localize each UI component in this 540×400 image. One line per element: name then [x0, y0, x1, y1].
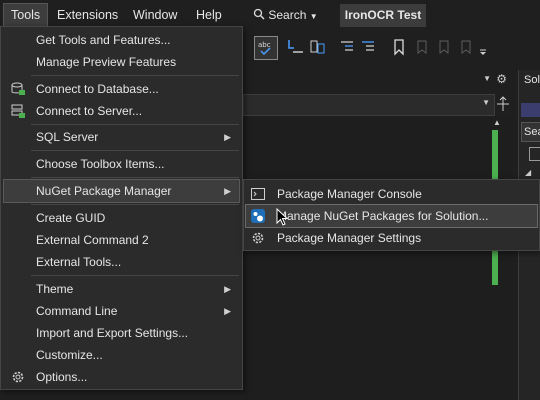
- menu-item-external-command-2[interactable]: External Command 2: [4, 229, 239, 251]
- menu-item-options[interactable]: Options...: [4, 366, 239, 388]
- menu-item-create-guid[interactable]: Create GUID: [4, 207, 239, 229]
- menu-item-toolbox-items[interactable]: Choose Toolbox Items...: [4, 153, 239, 175]
- submenu-item-package-manager-console[interactable]: Package Manager Console: [246, 183, 537, 205]
- menu-item-command-line[interactable]: Command Line ▶: [4, 300, 239, 322]
- submenu-arrow-icon: ▶: [224, 306, 231, 316]
- submenu-item-package-manager-settings[interactable]: Package Manager Settings: [246, 227, 537, 249]
- mouse-cursor-icon: [276, 207, 289, 229]
- tab-list-dropdown-icon[interactable]: ▼: [483, 74, 491, 83]
- menu-help[interactable]: Help: [189, 4, 229, 27]
- menu-item-nuget-package-manager[interactable]: NuGet Package Manager ▶: [3, 179, 240, 203]
- tree-node-icon: [529, 147, 540, 161]
- search-icon: [253, 8, 265, 20]
- menu-item-preview-features[interactable]: Manage Preview Features: [4, 51, 239, 73]
- menu-separator: [31, 75, 239, 76]
- spell-check-icon[interactable]: abc: [254, 36, 278, 60]
- gear-icon: [250, 230, 266, 246]
- menu-item-import-export-settings[interactable]: Import and Export Settings...: [4, 322, 239, 344]
- menu-item-sql-server[interactable]: SQL Server ▶: [4, 126, 239, 148]
- server-connect-icon: [10, 103, 26, 119]
- indent-icon[interactable]: [287, 38, 305, 56]
- uncomment-icon[interactable]: [359, 38, 377, 56]
- menu-separator: [31, 177, 239, 178]
- svg-text:abc: abc: [258, 41, 271, 49]
- prev-bookmark-icon[interactable]: [412, 38, 430, 56]
- menu-window[interactable]: Window: [126, 4, 184, 27]
- menu-extensions[interactable]: Extensions: [50, 4, 125, 27]
- toolbar-overflow-icon[interactable]: [478, 38, 488, 56]
- tools-menu: Get Tools and Features... Manage Preview…: [0, 26, 243, 390]
- outdent-icon[interactable]: [308, 38, 326, 56]
- menu-item-external-tools[interactable]: External Tools...: [4, 251, 239, 273]
- menu-item-get-tools[interactable]: Get Tools and Features...: [4, 29, 239, 51]
- pane-toolbar-icon[interactable]: [521, 103, 540, 117]
- document-tab-strip: ▼ ⚙: [243, 70, 513, 92]
- pane-search-input[interactable]: Sea: [521, 122, 540, 142]
- menu-separator: [31, 150, 239, 151]
- menu-tools[interactable]: Tools: [3, 3, 49, 28]
- code-editor[interactable]: [243, 116, 513, 400]
- expand-arrow-icon[interactable]: ◢: [525, 168, 531, 177]
- menu-separator: [31, 275, 239, 276]
- gear-icon: [10, 369, 26, 385]
- menu-item-customize[interactable]: Customize...: [4, 344, 239, 366]
- nuget-icon: [250, 208, 266, 224]
- submenu-arrow-icon: ▶: [224, 132, 231, 142]
- next-bookmark-icon[interactable]: [434, 38, 452, 56]
- submenu-arrow-icon: ▶: [224, 284, 231, 294]
- chevron-down-icon[interactable]: ▼: [482, 98, 490, 107]
- pane-title: Solu: [524, 74, 540, 86]
- database-connect-icon: [10, 81, 26, 97]
- submenu-arrow-icon: ▶: [224, 186, 231, 196]
- search-label: Search: [268, 8, 307, 22]
- console-icon: [250, 186, 266, 202]
- submenu-item-manage-nuget-packages[interactable]: Manage NuGet Packages for Solution...: [245, 204, 538, 228]
- navigation-bar[interactable]: ▼: [243, 94, 495, 116]
- scroll-up-icon[interactable]: ▲: [493, 118, 501, 127]
- chevron-down-icon: ▼: [309, 12, 318, 21]
- comment-icon[interactable]: [338, 38, 356, 56]
- menu-item-connect-server[interactable]: Connect to Server...: [4, 100, 239, 122]
- split-view-icon[interactable]: [495, 95, 511, 113]
- menu-item-connect-database[interactable]: Connect to Database...: [4, 78, 239, 100]
- menu-separator: [31, 204, 239, 205]
- search-button[interactable]: Search ▼: [245, 4, 326, 27]
- project-title[interactable]: IronOCR Test: [340, 4, 426, 27]
- settings-gear-icon[interactable]: ⚙: [496, 72, 507, 86]
- menu-item-theme[interactable]: Theme ▶: [4, 278, 239, 300]
- menu-separator: [31, 124, 239, 125]
- bookmark-icon[interactable]: [390, 38, 408, 56]
- clear-bookmarks-icon[interactable]: [456, 38, 474, 56]
